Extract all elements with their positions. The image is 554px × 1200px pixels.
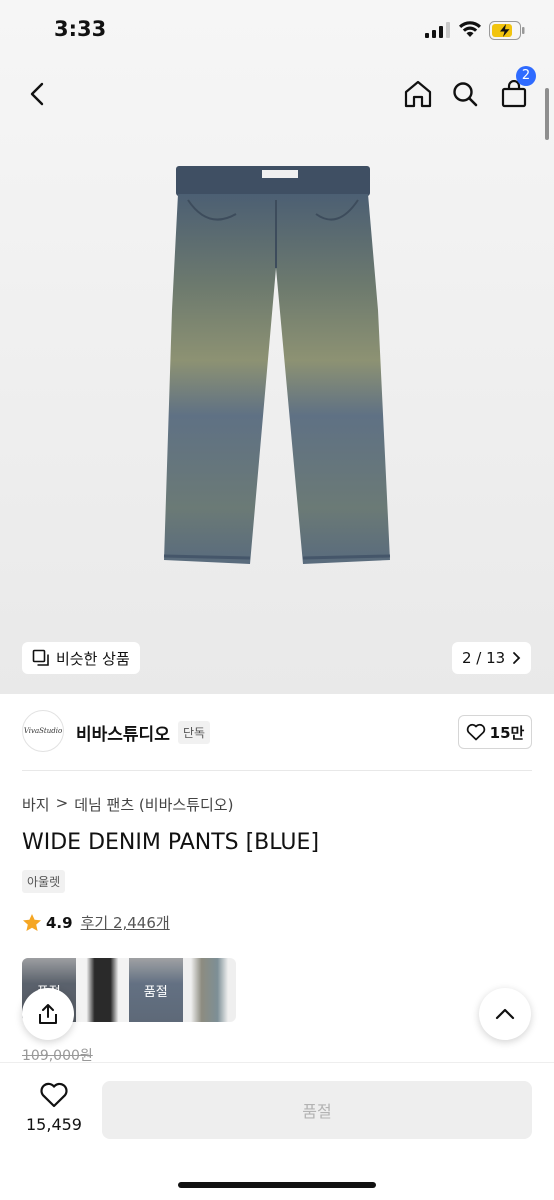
home-icon — [404, 80, 432, 108]
breadcrumb-separator: > — [55, 794, 69, 812]
rating-row: 4.9 후기 2,446개 — [22, 912, 170, 933]
top-nav: 2 — [0, 66, 554, 122]
store-like-button[interactable]: 15만 — [458, 715, 532, 749]
chevron-right-icon — [513, 652, 521, 664]
wishlist-count: 15,459 — [26, 1115, 82, 1134]
back-icon — [30, 82, 44, 106]
cart-button[interactable]: 2 — [492, 66, 536, 116]
outlet-tag: 아울렛 — [22, 870, 66, 893]
home-button[interactable] — [396, 72, 440, 116]
similar-label: 비슷한 상품 — [56, 649, 130, 668]
share-icon — [39, 1004, 57, 1024]
similar-icon — [32, 649, 49, 666]
image-counter: 2 / 13 — [462, 649, 506, 667]
breadcrumb-level1[interactable]: 바지 — [22, 794, 50, 815]
status-bar: 3:33 — [0, 0, 554, 60]
store-like-count: 15만 — [489, 723, 525, 742]
heart-icon — [40, 1082, 68, 1108]
rating-score: 4.9 — [46, 913, 73, 932]
heart-icon — [466, 723, 485, 741]
image-counter-button[interactable]: 2 / 13 — [452, 642, 532, 674]
product-image-area[interactable]: 3:33 2 비슷한 상품 2 / 13 — [0, 0, 554, 694]
bottom-action-bar: 15,459 품절 — [0, 1062, 554, 1200]
sold-out-overlay: 품절 — [129, 958, 183, 1022]
wishlist-button[interactable]: 15,459 — [22, 1081, 86, 1137]
exclusive-tag: 단독 — [178, 721, 211, 744]
chevron-up-icon — [495, 1008, 515, 1020]
search-button[interactable] — [443, 72, 487, 116]
divider — [22, 770, 532, 771]
cart-badge: 2 — [516, 66, 536, 86]
star-icon — [23, 914, 41, 931]
store-logo[interactable]: VivaStudio — [22, 710, 64, 752]
home-indicator — [178, 1182, 376, 1188]
store-row: VivaStudio 비바스튜디오 단독 15만 — [22, 710, 532, 756]
scroll-top-button[interactable] — [479, 988, 531, 1040]
battery-icon — [489, 21, 525, 40]
back-button[interactable] — [16, 72, 60, 116]
breadcrumb: 바지 > 데님 팬츠 (비바스튜디오) — [22, 794, 233, 815]
search-icon — [453, 82, 478, 107]
product-title: WIDE DENIM PANTS [BLUE] — [22, 830, 320, 855]
store-logo-text: VivaStudio — [23, 727, 63, 735]
breadcrumb-level2[interactable]: 데님 팬츠 (비바스튜디오) — [74, 794, 233, 815]
wifi-icon — [459, 21, 481, 37]
status-time: 3:33 — [54, 17, 107, 41]
cell-signal-icon — [425, 22, 450, 38]
variant-thumb-3[interactable]: 품절 — [129, 958, 183, 1022]
store-name[interactable]: 비바스튜디오 — [76, 720, 170, 745]
sold-out-button[interactable]: 품절 — [102, 1081, 532, 1139]
similar-products-button[interactable]: 비슷한 상품 — [22, 642, 140, 674]
scroll-indicator — [545, 88, 549, 140]
share-button[interactable] — [22, 988, 74, 1040]
variant-thumb-4[interactable] — [182, 958, 236, 1022]
review-link[interactable]: 후기 2,446개 — [81, 912, 170, 933]
product-photo[interactable] — [158, 160, 394, 568]
variant-thumb-2[interactable] — [75, 958, 129, 1022]
